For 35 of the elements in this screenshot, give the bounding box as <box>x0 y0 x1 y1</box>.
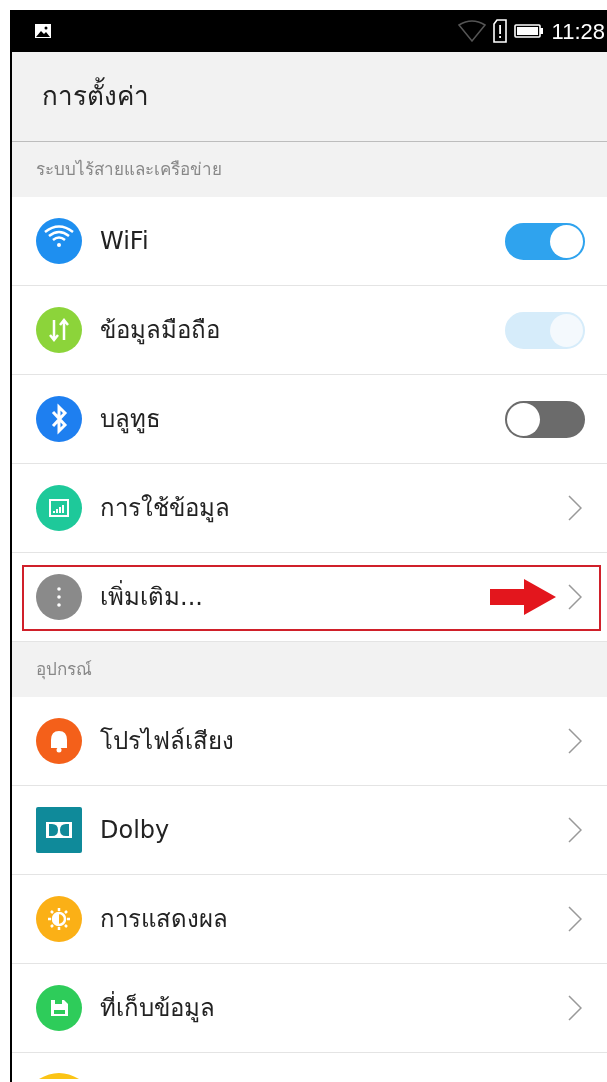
wifi-icon <box>36 218 82 264</box>
row-label: บลูทูธ <box>100 404 162 436</box>
row-label: ข้อมูลมือถือ <box>100 315 221 347</box>
image-icon <box>34 23 52 39</box>
chevron-right-icon <box>568 495 582 521</box>
chevron-right-icon <box>568 584 582 610</box>
chevron-right-icon <box>568 728 582 754</box>
row-label: เพิ่มเติม... <box>100 579 490 615</box>
toggle-switch[interactable] <box>505 222 585 260</box>
section-header-text: ระบบไร้สายและเครือข่าย <box>36 157 222 181</box>
status-time: 11:28 <box>551 17 605 46</box>
sim-alert-icon <box>491 19 508 43</box>
chevron-right-icon <box>568 906 582 932</box>
dolby-logo-icon <box>36 807 82 853</box>
save-disk-icon <box>36 985 82 1031</box>
toggle-switch[interactable] <box>505 400 585 438</box>
battery-icon <box>513 23 544 39</box>
row-label: การแสดงผล <box>100 904 229 935</box>
chevron-right-icon <box>568 995 582 1021</box>
chevron-right-icon <box>568 817 582 843</box>
wifi-signal-icon <box>457 20 486 42</box>
page-title: การตั้งค่า <box>42 77 149 116</box>
row-label: การใช้ข้อมูล <box>100 493 231 525</box>
section-header-text: อุปกรณ์ <box>36 657 92 682</box>
bell-icon <box>36 718 82 764</box>
brightness-icon <box>36 896 82 942</box>
row-label: WiFi <box>100 226 150 257</box>
row-label: Dolby <box>100 815 171 846</box>
bluetooth-icon <box>36 396 82 442</box>
pointer-arrow-annotation <box>490 579 556 615</box>
chart-icon <box>36 485 82 531</box>
row-label: โปรไฟล์เสียง <box>100 726 235 757</box>
dots-icon <box>36 574 82 620</box>
up-down-arrows-icon <box>36 307 82 353</box>
row-label: ที่เก็บข้อมูล <box>100 990 568 1026</box>
